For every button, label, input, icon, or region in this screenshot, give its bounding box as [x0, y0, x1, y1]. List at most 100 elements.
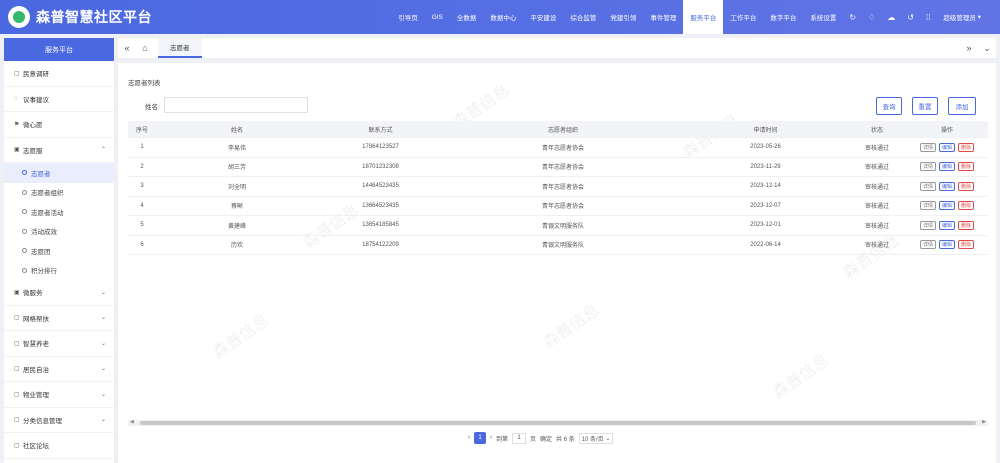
page-size-select[interactable]: 10 条/页 ⌄ — [578, 432, 614, 444]
name-search-input[interactable] — [164, 97, 308, 113]
collapse-sidebar-icon[interactable]: « — [118, 43, 136, 53]
cell-ops: 详情 编辑 删除 — [906, 240, 988, 250]
next-page-icon[interactable]: › — [490, 435, 492, 441]
edit-button[interactable]: 编辑 — [938, 142, 955, 152]
sidebar-subitem[interactable]: 志愿者组织 — [4, 183, 114, 203]
cell-name: 胡三芳 — [227, 165, 246, 172]
reset-button[interactable]: 重置 — [912, 97, 938, 115]
sidebar-item[interactable]: ▢ 网格帮扶 ⌄ — [4, 306, 114, 331]
chevron-up-icon: ⌃ — [100, 147, 106, 154]
folder-icon: ▣ — [14, 147, 20, 154]
topnav-item[interactable]: 事件管理 — [643, 0, 683, 34]
horizontal-scrollbar[interactable]: ◀ ▶ — [128, 419, 988, 426]
bell-icon[interactable]: ♢ — [862, 0, 881, 34]
total-count: 共 6 条 — [556, 436, 575, 443]
sidebar-item-label: 社区论坛 — [23, 443, 49, 451]
topnav-item[interactable]: 工作平台 — [723, 0, 763, 34]
sidebar-item-label: 智慧养老 — [23, 341, 49, 349]
topnav-item[interactable]: 全数据 — [450, 0, 484, 34]
sidebar-subitem[interactable]: 志愿团 — [4, 241, 114, 261]
sidebar-item-label: 网格帮扶 — [23, 315, 49, 323]
cell-status: 审核通过 — [864, 184, 889, 191]
sidebar-item[interactable]: ▢ 社区论坛 — [4, 433, 114, 459]
scroll-right-arrow-icon[interactable]: ▶ — [982, 419, 986, 425]
topnav-item[interactable]: 服务平台 — [683, 0, 724, 34]
chevron-down-icon: ⌄ — [100, 315, 106, 322]
sidebar-item[interactable]: ▢ 分类信息管理 ⌄ — [4, 408, 114, 433]
chevron-down-icon[interactable]: ⌄ — [978, 43, 996, 54]
sidebar-item[interactable]: ▢ 物业管理 ⌄ — [4, 382, 114, 408]
home-icon[interactable]: ⌂ — [136, 43, 154, 53]
sidebar-item[interactable]: ▣ 微服务 ⌄ — [4, 280, 114, 306]
sidebar-item[interactable]: ▢ 民意调研 — [4, 61, 114, 87]
topnav-item[interactable]: 党建引领 — [603, 0, 643, 34]
col-date: 申请时间 — [753, 127, 778, 134]
edit-button[interactable]: 编辑 — [938, 201, 955, 211]
cell-ops: 详情 编辑 删除 — [906, 201, 988, 211]
delete-button[interactable]: 删除 — [958, 220, 975, 230]
topnav-item[interactable]: 引导页 — [391, 0, 425, 34]
prev-page-icon[interactable]: ‹ — [468, 435, 470, 441]
query-button[interactable]: 查询 — [876, 97, 902, 115]
sidebar-item[interactable]: ▢ 智慧养老 ⌄ — [4, 331, 114, 357]
sidebar-item-label: 志愿服 — [23, 147, 43, 155]
delete-button[interactable]: 删除 — [958, 201, 975, 211]
history-icon[interactable]: ↺ — [901, 0, 920, 34]
cell-phone: 18754122209 — [362, 241, 399, 248]
panel-title: 志愿者列表 — [128, 80, 161, 87]
page-number[interactable]: 1 — [474, 432, 486, 444]
scroll-right-icon[interactable]: » — [960, 43, 978, 53]
delete-button[interactable]: 删除 — [958, 162, 975, 172]
cell-name: 蔡晰 — [230, 204, 243, 211]
delete-button[interactable]: 删除 — [958, 240, 975, 250]
add-button[interactable]: 添加 — [948, 97, 976, 115]
col-name: 姓名 — [230, 127, 243, 134]
sidebar-item[interactable]: ▣ 志愿服 ⌃ — [4, 138, 114, 163]
detail-button[interactable]: 详情 — [919, 240, 936, 250]
grid-icon[interactable]: ⁞⁞ — [920, 0, 936, 34]
cell-date: 2023-12-14 — [750, 183, 781, 190]
sidebar-subitem[interactable]: 志愿者活动 — [4, 202, 114, 222]
cloud-icon[interactable]: ☁ — [881, 0, 901, 34]
goto-confirm-button[interactable]: 确定 — [540, 434, 552, 443]
detail-button[interactable]: 详情 — [919, 201, 936, 211]
edit-button[interactable]: 编辑 — [938, 220, 955, 230]
logo-icon — [8, 6, 30, 28]
detail-button[interactable]: 详情 — [919, 181, 936, 191]
cell-no: 2 — [140, 163, 144, 170]
cell-no: 4 — [140, 202, 144, 209]
edit-button[interactable]: 编辑 — [938, 162, 955, 172]
user-menu[interactable]: 超级管理员 ▾ — [936, 0, 988, 34]
topnav-item[interactable]: GIS — [425, 0, 450, 34]
detail-button[interactable]: 详情 — [919, 142, 936, 152]
topnav-item[interactable]: 数字平台 — [763, 0, 803, 34]
scroll-left-arrow-icon[interactable]: ◀ — [130, 419, 134, 425]
cell-phone: 17864123527 — [362, 144, 399, 151]
goto-page-input[interactable]: 1 — [512, 432, 527, 444]
watermark: 森普信息 — [540, 301, 603, 353]
sidebar-item[interactable]: ⚑ 微心愿 — [4, 112, 114, 138]
delete-button[interactable]: 删除 — [958, 181, 975, 191]
topnav-item[interactable]: 平安建设 — [523, 0, 563, 34]
sidebar-item[interactable]: ◌ 议事建议 — [4, 87, 114, 112]
detail-button[interactable]: 详情 — [919, 220, 936, 230]
doc-icon: ▢ — [14, 340, 20, 347]
sidebar-subitem[interactable]: 活动成效 — [4, 222, 114, 242]
refresh-icon[interactable]: ↻ — [843, 0, 862, 34]
sidebar-subitem-label: 活动成效 — [31, 229, 57, 237]
topnav-item[interactable]: 系统设置 — [803, 0, 843, 34]
tab-volunteer[interactable]: 志愿者 — [158, 38, 202, 58]
detail-button[interactable]: 详情 — [919, 162, 936, 172]
logo-area: 森普智慧社区平台 — [0, 6, 330, 28]
delete-button[interactable]: 删除 — [958, 142, 975, 152]
topnav-item[interactable]: 综合监管 — [563, 0, 603, 34]
topnav-item[interactable]: 数据中心 — [483, 0, 523, 34]
sidebar-item[interactable]: ▢ 居民自治 ⌄ — [4, 357, 114, 382]
chevron-down-icon: ⌄ — [100, 366, 106, 373]
scrollbar-thumb[interactable] — [140, 421, 976, 425]
edit-button[interactable]: 编辑 — [938, 240, 955, 250]
sidebar-subitem[interactable]: 积分排行 — [4, 261, 114, 281]
cell-no: 3 — [140, 183, 144, 190]
edit-button[interactable]: 编辑 — [938, 181, 955, 191]
sidebar-subitem[interactable]: 志愿者 — [4, 163, 114, 183]
